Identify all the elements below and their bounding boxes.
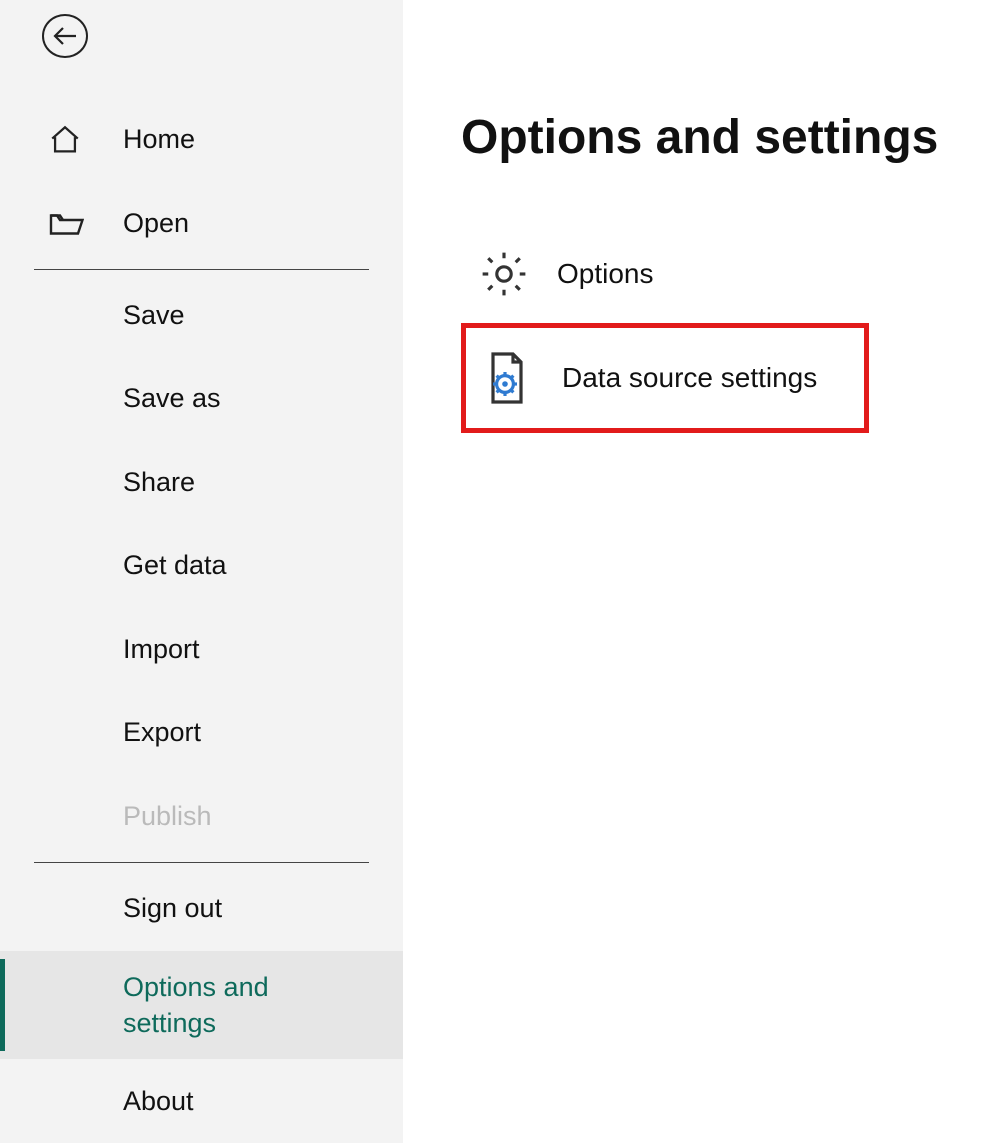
sidebar-item-label: Get data bbox=[123, 550, 227, 581]
sidebar-item-save[interactable]: Save bbox=[0, 274, 403, 357]
main-panel: Options and settings Options bbox=[403, 0, 1008, 1143]
arrow-left-icon bbox=[52, 25, 78, 47]
option-label: Options bbox=[557, 258, 654, 290]
sidebar-item-label: Share bbox=[123, 467, 195, 498]
sidebar-item-label: Export bbox=[123, 717, 201, 748]
sidebar-item-import[interactable]: Import bbox=[0, 608, 403, 691]
sidebar-item-label: Import bbox=[123, 634, 200, 665]
option-label: Data source settings bbox=[562, 362, 817, 394]
divider bbox=[34, 862, 369, 863]
sidebar-item-export[interactable]: Export bbox=[0, 691, 403, 774]
page-title: Options and settings bbox=[461, 110, 1008, 165]
sidebar-item-home[interactable]: Home bbox=[0, 98, 403, 181]
sidebar-item-label: Sign out bbox=[123, 893, 222, 924]
sidebar-item-open[interactable]: Open bbox=[0, 181, 403, 264]
sidebar-item-label: Home bbox=[123, 124, 195, 155]
folder-open-icon bbox=[48, 208, 84, 238]
sidebar-item-share[interactable]: Share bbox=[0, 441, 403, 524]
sidebar-item-save-as[interactable]: Save as bbox=[0, 357, 403, 440]
sidebar-item-label: Publish bbox=[123, 801, 212, 832]
gear-icon bbox=[477, 247, 531, 301]
sidebar-item-label: Open bbox=[123, 208, 189, 239]
sidebar-item-label: Options and settings bbox=[123, 969, 333, 1042]
back-button[interactable] bbox=[42, 14, 88, 58]
sidebar-item-sign-out[interactable]: Sign out bbox=[0, 867, 403, 950]
sidebar-item-options-and-settings[interactable]: Options and settings bbox=[0, 951, 403, 1060]
option-options[interactable]: Options bbox=[461, 225, 869, 323]
option-data-source-settings[interactable]: Data source settings bbox=[461, 323, 869, 433]
document-gear-icon bbox=[482, 350, 532, 406]
sidebar-item-label: About bbox=[123, 1086, 194, 1117]
home-icon bbox=[48, 123, 82, 157]
sidebar-item-get-data[interactable]: Get data bbox=[0, 524, 403, 607]
divider bbox=[34, 269, 369, 270]
sidebar-item-publish: Publish bbox=[0, 775, 403, 858]
sidebar-item-about[interactable]: About bbox=[0, 1059, 403, 1142]
sidebar-item-label: Save as bbox=[123, 383, 221, 414]
sidebar: Home Open Save Save as Share Get data Im… bbox=[0, 0, 403, 1143]
sidebar-item-label: Save bbox=[123, 300, 185, 331]
